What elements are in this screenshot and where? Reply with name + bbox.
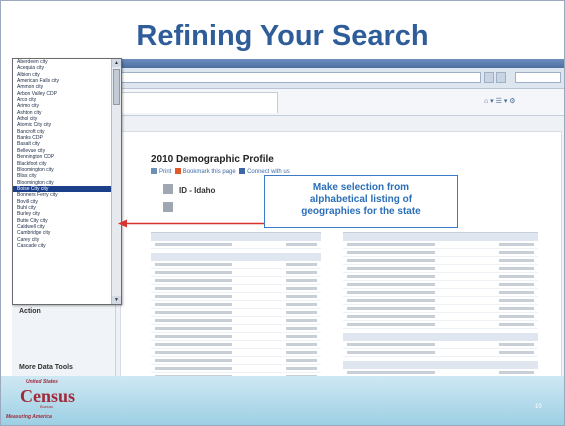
slide: Refining Your Search ⌂ ▾ ☰ ▾ ⚙ Action Mo… bbox=[0, 0, 565, 426]
table-header bbox=[151, 233, 321, 241]
print-icon bbox=[151, 168, 157, 174]
table-row bbox=[343, 297, 538, 305]
geography-dropdown-list[interactable]: Aberdeen city Acequia city Albion city Amer… bbox=[12, 58, 122, 305]
table-row bbox=[151, 269, 321, 277]
table-row bbox=[151, 365, 321, 373]
census-logo-top: United States bbox=[26, 379, 58, 385]
profile-actions: Print Bookmark this page Connect with us bbox=[151, 168, 290, 175]
scroll-down-icon[interactable]: ▼ bbox=[112, 296, 121, 304]
households-table bbox=[343, 232, 538, 376]
url-field[interactable] bbox=[116, 72, 481, 83]
table-row bbox=[343, 341, 538, 349]
geography-list-item[interactable]: Cascade city bbox=[13, 243, 111, 249]
table-header bbox=[151, 253, 321, 261]
list-scrollbar[interactable]: ▲ ▼ bbox=[111, 59, 121, 304]
table-header bbox=[343, 361, 538, 369]
table-row bbox=[343, 273, 538, 281]
scroll-up-icon[interactable]: ▲ bbox=[112, 59, 121, 67]
refresh-button[interactable] bbox=[484, 72, 494, 83]
profile-content: 2010 Demographic Profile Print Bookmark … bbox=[120, 131, 562, 376]
browser-tab[interactable] bbox=[116, 92, 278, 113]
table-row bbox=[343, 265, 538, 273]
connect-icon bbox=[239, 168, 246, 174]
profile-heading: 2010 Demographic Profile bbox=[151, 154, 274, 165]
footer-band bbox=[0, 376, 565, 426]
state-flag-thumbnail bbox=[163, 202, 173, 212]
census-tagline: Measuring America bbox=[6, 414, 52, 420]
callout-line: alphabetical listing of bbox=[309, 194, 413, 205]
page-number: 10 bbox=[535, 404, 542, 410]
table-row bbox=[343, 369, 538, 376]
bookmark-icon bbox=[174, 168, 181, 174]
state-label: ID - Idaho bbox=[179, 186, 216, 195]
geography-items: Aberdeen city Acequia city Albion city Amer… bbox=[13, 59, 111, 249]
scroll-thumb[interactable] bbox=[113, 69, 120, 105]
table-row bbox=[343, 321, 538, 329]
census-logo-sub: Bureau bbox=[40, 404, 53, 409]
bookmark-link[interactable]: Bookmark this page bbox=[183, 169, 236, 175]
table-header bbox=[343, 233, 538, 241]
print-link[interactable]: Print bbox=[159, 169, 171, 175]
table-header bbox=[343, 333, 538, 341]
table-row bbox=[343, 313, 538, 321]
population-table bbox=[151, 232, 321, 376]
table-row bbox=[151, 277, 321, 285]
table-row bbox=[151, 293, 321, 301]
table-row bbox=[151, 301, 321, 309]
table-row bbox=[151, 349, 321, 357]
table-row bbox=[343, 349, 538, 357]
state-map-thumbnail bbox=[163, 184, 173, 194]
table-row bbox=[151, 261, 321, 269]
table-row bbox=[343, 257, 538, 265]
table-row bbox=[151, 333, 321, 341]
table-row bbox=[343, 289, 538, 297]
table-row bbox=[151, 317, 321, 325]
stop-button[interactable] bbox=[496, 72, 506, 83]
table-row bbox=[343, 305, 538, 313]
table-row bbox=[151, 285, 321, 293]
browser-search-input[interactable] bbox=[515, 72, 561, 83]
table-row bbox=[151, 341, 321, 349]
toolbar-tools-icon[interactable]: ⌂ ▾ ☰ ▾ ⚙ bbox=[484, 97, 516, 105]
table-row bbox=[151, 309, 321, 317]
table-row bbox=[343, 249, 538, 257]
table-row bbox=[151, 241, 321, 249]
table-row bbox=[343, 241, 538, 249]
table-row bbox=[151, 325, 321, 333]
more-data-tools-link[interactable]: More Data Tools bbox=[19, 364, 73, 371]
callout-line: Make selection from bbox=[312, 182, 410, 193]
table-row bbox=[343, 281, 538, 289]
slide-title: Refining Your Search bbox=[136, 20, 429, 52]
action-title: Action bbox=[19, 308, 41, 315]
table-row bbox=[151, 357, 321, 365]
callout-box: Make selection from alphabetical listing… bbox=[264, 175, 458, 228]
callout-line: geographies for the state bbox=[301, 206, 421, 217]
